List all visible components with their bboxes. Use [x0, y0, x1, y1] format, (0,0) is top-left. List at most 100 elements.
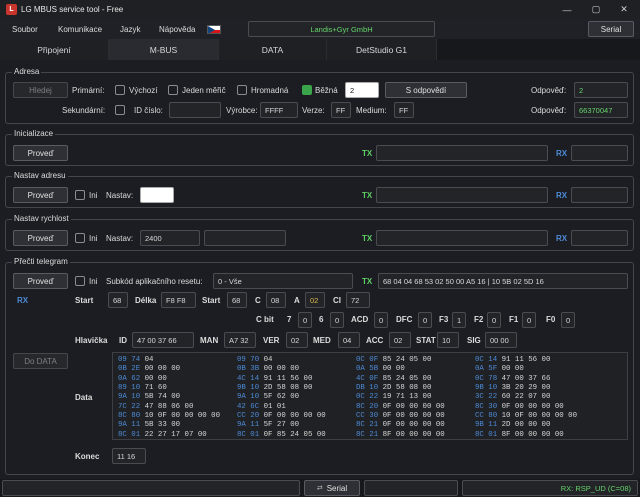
- menu-bar: Soubor Komunikace Jazyk Nápověda Landis+…: [0, 19, 640, 39]
- data-record-value: 2D 00 00 00: [497, 421, 551, 430]
- set-speed-ini-checkbox[interactable]: [75, 233, 85, 243]
- set-speed-set-label: Nastav:: [106, 234, 134, 243]
- data-record-value: 19 71 13 00: [378, 393, 432, 402]
- data-record-dif: 8C 80: [118, 412, 141, 421]
- read-tx-label: TX: [362, 277, 373, 286]
- tab-detstudio[interactable]: DetStudio G1: [327, 39, 437, 60]
- primary-address-input[interactable]: 2: [345, 82, 379, 98]
- menu-language[interactable]: Jazyk: [120, 25, 140, 34]
- bit-acd-field: 0: [374, 312, 388, 328]
- maximize-button[interactable]: ▢: [584, 4, 608, 15]
- device-name-field: Landis+Gyr GmbH: [248, 21, 435, 37]
- search-button[interactable]: Hledej: [13, 82, 68, 98]
- data-record-row: 9B 10 2D 58 08 00: [237, 384, 326, 393]
- medium-input[interactable]: FF: [394, 102, 414, 118]
- close-button[interactable]: ✕: [612, 4, 636, 15]
- data-record-dif: 0B 2E: [118, 365, 141, 374]
- set-address-set-label: Nastav:: [106, 191, 134, 200]
- version-input[interactable]: FF: [331, 102, 351, 118]
- window-title: LG MBUS service tool - Free: [21, 5, 124, 14]
- medium-label: Medium:: [356, 106, 387, 115]
- serial-top-button[interactable]: Serial: [588, 21, 634, 37]
- read-ini-checkbox[interactable]: [75, 276, 85, 286]
- acc-field: 02: [389, 332, 411, 348]
- address-group: Adresa: [5, 67, 634, 124]
- status-left-field: [2, 480, 300, 496]
- default-label: Výchozí: [129, 86, 158, 95]
- read-execute-button[interactable]: Proveď: [13, 273, 68, 289]
- baud-rate-select[interactable]: 2400: [140, 230, 200, 246]
- data-record-dif: CC 30: [356, 412, 379, 421]
- a-field-label: A: [294, 296, 300, 305]
- response-field-1: 2: [574, 82, 628, 98]
- bit-dfc-field: 0: [418, 312, 432, 328]
- serial-status-button[interactable]: ⇄ Serial: [304, 480, 360, 496]
- single-meter-checkbox[interactable]: [168, 85, 178, 95]
- set-speed-group-label: Nastav rychlost: [12, 214, 71, 223]
- data-record-value: 04: [140, 356, 154, 364]
- menu-communication[interactable]: Komunikace: [58, 25, 102, 34]
- data-record-value: 8F 00 00 00 00: [497, 430, 564, 439]
- status-bar: ⇄ Serial RX: RSP_UD (C=08): [0, 479, 640, 497]
- set-speed-tx-label: TX: [362, 234, 373, 243]
- data-record-dif: 09 70: [237, 356, 260, 364]
- set-speed-execute-button[interactable]: Proveď: [13, 230, 68, 246]
- data-record-value: 0F 00 00 00 00: [497, 402, 564, 411]
- data-record-row: 8C 20 0F 00 00 00 00: [356, 403, 445, 412]
- normal-checkbox[interactable]: [302, 85, 312, 95]
- data-record-dif: 4C 14: [237, 374, 260, 383]
- status-result-field: RX: RSP_UD (C=08): [462, 480, 638, 496]
- set-address-ini-checkbox[interactable]: [75, 190, 85, 200]
- data-record-dif: 89 10: [118, 384, 141, 393]
- data-label: Data: [75, 393, 93, 402]
- single-meter-label: Jeden měřič: [182, 86, 226, 95]
- czech-flag-icon[interactable]: [207, 25, 221, 34]
- data-record-dif: 9B 10: [475, 384, 498, 393]
- subcode-select[interactable]: 0 - Vše: [213, 273, 353, 289]
- data-record-row: 9A 11 5B 33 00: [118, 421, 220, 430]
- data-records-table[interactable]: 09 74 04 0B 2E 00 00 00 0A 62 00 00 89 10 7…: [112, 352, 628, 440]
- data-record-row: 0C 0F 85 24 05 00: [356, 356, 445, 365]
- default-checkbox[interactable]: [115, 85, 125, 95]
- to-data-button[interactable]: Do DATA: [13, 353, 68, 369]
- secondary-checkbox[interactable]: [115, 105, 125, 115]
- manufacturer-input[interactable]: FFFF: [260, 102, 298, 118]
- tab-bar: Připojení M-BUS DATA DetStudio G1: [0, 39, 640, 60]
- set-address-rx-field: [571, 187, 628, 203]
- data-record-dif: 9A 11: [237, 421, 260, 430]
- serial-status-label: Serial: [326, 483, 348, 493]
- set-speed-rx-field: [571, 230, 628, 246]
- data-record-value: 00 00: [497, 365, 524, 374]
- ci-field: 72: [346, 292, 370, 308]
- id-number-input[interactable]: [169, 102, 221, 118]
- tab-mbus[interactable]: M-BUS: [109, 39, 219, 60]
- id-field: 47 00 37 66: [132, 332, 194, 348]
- set-address-input[interactable]: [140, 187, 174, 203]
- init-execute-button[interactable]: Proveď: [13, 145, 68, 161]
- set-address-tx-label: TX: [362, 191, 373, 200]
- broadcast-checkbox[interactable]: [237, 85, 247, 95]
- data-record-dif: 9A 10: [237, 393, 260, 402]
- start-label: Start: [75, 296, 94, 305]
- data-record-value: 91 11 56 00: [259, 374, 313, 383]
- data-record-value: 5F 62 00: [259, 393, 300, 402]
- data-record-dif: 8C 01: [237, 430, 260, 439]
- id-label: ID: [119, 336, 127, 345]
- menu-file[interactable]: Soubor: [12, 25, 38, 34]
- set-speed-tx-field: [376, 230, 548, 246]
- set-address-ini-label: Ini: [89, 191, 98, 200]
- menu-help[interactable]: Nápověda: [159, 25, 195, 34]
- tab-connection[interactable]: Připojení: [0, 39, 109, 60]
- set-address-execute-button[interactable]: Proveď: [13, 187, 68, 203]
- data-record-value: 2D 58 08 00: [259, 384, 313, 393]
- stat-field: 10: [437, 332, 459, 348]
- data-record-value: 2D 58 08 00: [378, 384, 432, 393]
- tab-data[interactable]: DATA: [219, 39, 327, 60]
- init-rx-label: RX: [556, 149, 568, 158]
- minimize-button[interactable]: —: [555, 4, 579, 15]
- data-record-row: 42 6C 01 01: [237, 403, 326, 412]
- with-reply-button[interactable]: S odpovědí: [385, 82, 467, 98]
- data-record-row: 0B 3B 00 00 00: [237, 365, 326, 374]
- data-record-dif: 7C 22: [118, 402, 141, 411]
- data-record-row: 8C 21 8F 00 00 00 00: [356, 431, 445, 439]
